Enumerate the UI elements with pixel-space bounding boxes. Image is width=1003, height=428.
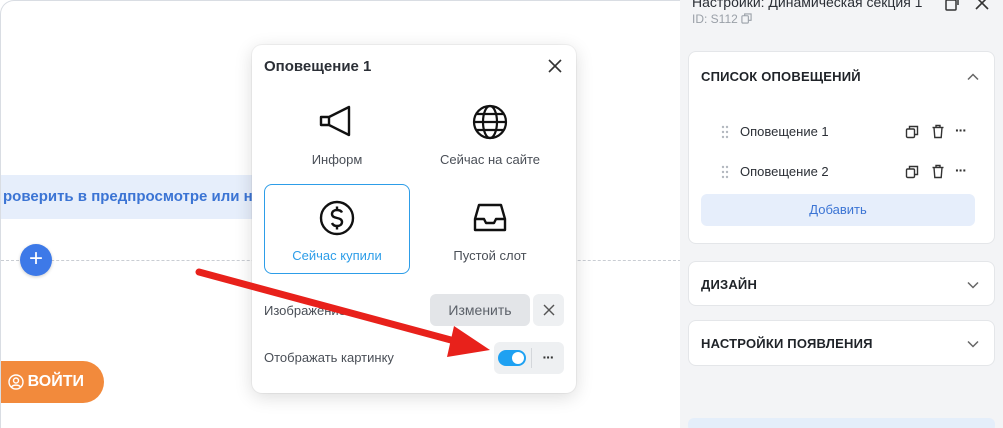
tile-just-bought[interactable]: Сейчас купили — [264, 184, 410, 274]
add-block-button[interactable]: + — [20, 244, 52, 276]
tile-label: Сейчас на сайте — [439, 152, 541, 167]
notification-popup: Оповещение 1 Информ Сейчас на сайте Сейч… — [252, 45, 576, 393]
tile-on-site-now[interactable]: Сейчас на сайте — [417, 88, 563, 178]
list-item[interactable]: Оповещение 2 ··· — [709, 160, 979, 184]
dollar-coin-icon — [319, 200, 355, 236]
image-label: Изображение — [264, 303, 346, 318]
appearance-settings-section: НАСТРОЙКИ ПОЯВЛЕНИЯ — [688, 320, 995, 366]
design-section: ДИЗАЙН — [688, 261, 995, 306]
tile-label: Пустой слот — [453, 248, 527, 263]
megaphone-icon — [319, 105, 351, 137]
list-item-label: Оповещение 1 — [740, 124, 829, 139]
drag-handle-icon[interactable] — [721, 125, 729, 139]
panel-title: Настройки: Динамическая секция 1 — [692, 0, 923, 10]
panel-id: ID: S112 — [692, 12, 752, 26]
copy-icon[interactable] — [905, 165, 919, 179]
more-options-button[interactable]: ··· — [955, 160, 971, 182]
tile-empty-slot[interactable]: Пустой слот — [417, 184, 563, 274]
close-icon[interactable] — [973, 0, 991, 12]
change-image-button[interactable]: Изменить — [430, 294, 530, 326]
section-title[interactable]: НАСТРОЙКИ ПОЯВЛЕНИЯ — [701, 321, 873, 366]
bottom-action-bar[interactable] — [688, 418, 995, 428]
globe-icon — [472, 104, 508, 140]
chevron-down-icon[interactable] — [966, 337, 980, 351]
preview-banner[interactable]: роверить в предпросмотре или на с — [1, 175, 269, 219]
section-title[interactable]: ДИЗАЙН — [701, 262, 757, 307]
external-link-icon[interactable] — [944, 0, 960, 12]
login-label: ВОЙТИ — [27, 373, 84, 390]
list-item[interactable]: Оповещение 1 ··· — [709, 120, 979, 144]
trash-icon[interactable] — [931, 164, 945, 179]
close-icon — [543, 304, 554, 316]
notifications-list-section: СПИСОК ОПОВЕЩЕНИЙ Оповещение 1 ··· Опове… — [688, 51, 995, 244]
trash-icon[interactable] — [931, 124, 945, 139]
inbox-tray-icon — [473, 203, 507, 232]
close-icon[interactable] — [546, 57, 564, 75]
chevron-up-icon[interactable] — [966, 70, 980, 84]
show-picture-control: ··· — [494, 342, 564, 374]
show-picture-label: Отображать картинку — [264, 350, 394, 365]
show-picture-toggle[interactable] — [498, 350, 526, 366]
panel-id-text: ID: S112 — [692, 12, 738, 26]
settings-panel: Настройки: Динамическая секция 1 ID: S11… — [680, 0, 1003, 428]
user-icon — [7, 374, 24, 390]
popup-title: Оповещение 1 — [264, 58, 372, 75]
more-options-button[interactable]: ··· — [532, 342, 564, 374]
drag-handle-icon[interactable] — [721, 165, 729, 179]
add-notification-button[interactable]: Добавить — [701, 194, 975, 226]
list-item-label: Оповещение 2 — [740, 164, 829, 179]
section-title[interactable]: СПИСОК ОПОВЕЩЕНИЙ — [701, 52, 861, 102]
more-options-button[interactable]: ··· — [955, 120, 971, 142]
remove-image-button[interactable] — [533, 294, 564, 326]
chevron-down-icon[interactable] — [966, 278, 980, 292]
login-button[interactable]: ВОЙТИ — [1, 361, 104, 403]
copy-icon[interactable] — [741, 13, 752, 24]
tile-label: Сейчас купили — [292, 248, 382, 263]
copy-icon[interactable] — [905, 125, 919, 139]
tile-label: Информ — [311, 152, 363, 167]
tile-inform[interactable]: Информ — [264, 88, 410, 178]
